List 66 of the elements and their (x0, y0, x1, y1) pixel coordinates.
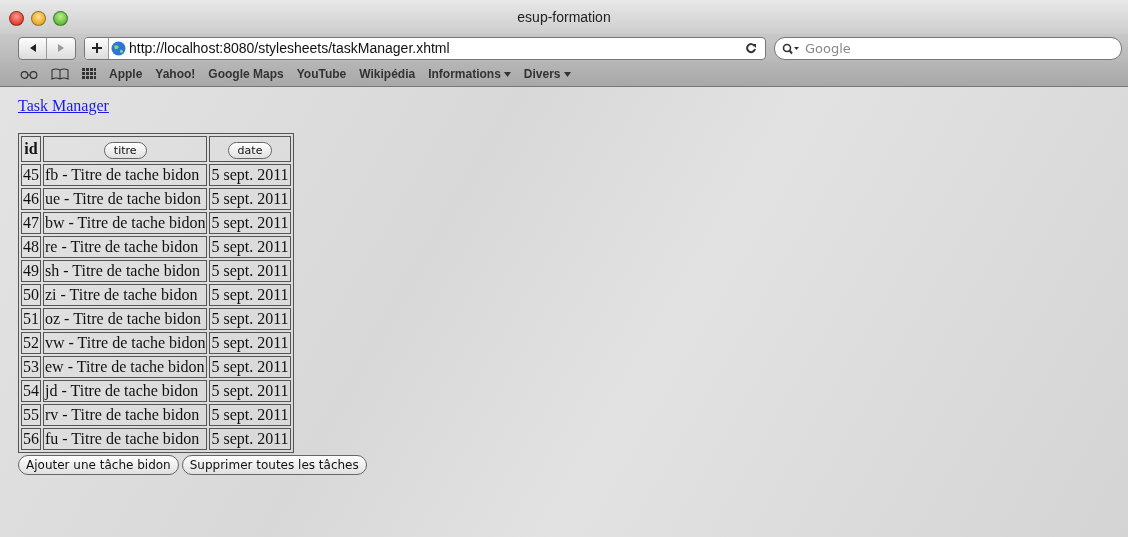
search-field[interactable]: Google (774, 36, 1122, 60)
table-cell: 5 sept. 2011 (209, 380, 291, 402)
table-cell: 5 sept. 2011 (209, 404, 291, 426)
grid-icon[interactable] (82, 68, 96, 80)
table-cell: 47 (21, 212, 41, 234)
table-cell: fb - Titre de tache bidon (43, 164, 208, 186)
close-button[interactable] (9, 10, 24, 26)
bookmark-link[interactable]: Yahoo! (155, 67, 196, 81)
table-cell: 55 (21, 404, 41, 426)
table-cell: bw - Titre de tache bidon (43, 212, 208, 234)
table-cell: 50 (21, 284, 41, 306)
table-cell: re - Titre de tache bidon (43, 236, 208, 258)
table-cell: 52 (21, 332, 41, 354)
table-cell: zi - Titre de tache bidon (43, 284, 208, 306)
table-cell: 48 (21, 236, 41, 258)
right-triangle-icon (56, 43, 66, 53)
table-cell: 5 sept. 2011 (209, 188, 291, 210)
table-cell: fu - Titre de tache bidon (43, 428, 208, 450)
table-cell: 5 sept. 2011 (209, 260, 291, 282)
table-cell: 46 (21, 188, 41, 210)
task-manager-link[interactable]: Task Manager (18, 97, 109, 115)
table-cell: ue - Titre de tache bidon (43, 188, 208, 210)
glasses-icon[interactable] (20, 68, 38, 80)
minimize-button[interactable] (31, 10, 46, 26)
action-button[interactable]: Supprimer toutes les tâches (181, 455, 367, 475)
table-cell: 5 sept. 2011 (209, 212, 291, 234)
book-icon[interactable] (51, 68, 69, 80)
bookmark-link[interactable]: Apple (109, 67, 143, 81)
sort-button[interactable]: date (227, 141, 273, 159)
caret-icon (503, 71, 511, 77)
table-cell: 56 (21, 428, 41, 450)
address-bar[interactable]: http://localhost:8080/stylesheets/taskManager.xhtml (84, 36, 766, 60)
globe-icon (111, 40, 126, 56)
action-button[interactable]: Ajouter une tâche bidon (18, 455, 179, 475)
add-bookmark-button[interactable] (85, 37, 109, 59)
zoom-button[interactable] (53, 10, 68, 26)
table-cell: 5 sept. 2011 (209, 356, 291, 378)
plus-icon (90, 42, 103, 54)
table-cell: 5 sept. 2011 (209, 236, 291, 258)
table-cell: 51 (21, 308, 41, 330)
table-cell: 5 sept. 2011 (209, 284, 291, 306)
bookmark-menu[interactable]: Divers (523, 67, 571, 81)
table-cell: rv - Titre de tache bidon (43, 404, 208, 426)
table-cell: 5 sept. 2011 (209, 308, 291, 330)
table-cell: 53 (21, 356, 41, 378)
caret-icon (563, 71, 571, 77)
sort-button[interactable]: titre (103, 141, 147, 159)
table-cell: ew - Titre de tache bidon (43, 356, 208, 378)
table-cell: 49 (21, 260, 41, 282)
table-cell: 5 sept. 2011 (209, 332, 291, 354)
table-cell: jd - Titre de tache bidon (43, 380, 208, 402)
table-cell: oz - Titre de tache bidon (43, 308, 208, 330)
table-cell: vw - Titre de tache bidon (43, 332, 208, 354)
column-header: id (24, 140, 38, 157)
reload-icon[interactable] (745, 42, 757, 54)
table-cell: sh - Titre de tache bidon (43, 260, 208, 282)
window-title: esup-formation (517, 9, 611, 25)
table-cell: 54 (21, 380, 41, 402)
bookmark-link[interactable]: YouTube (296, 67, 347, 81)
table-cell: 5 sept. 2011 (209, 428, 291, 450)
bookmark-link[interactable]: Google Maps (208, 67, 284, 81)
url-text: http://localhost:8080/stylesheets/taskManager.xhtml (129, 40, 451, 56)
bookmark-link[interactable]: Wikipédia (359, 67, 416, 81)
table-cell: 5 sept. 2011 (209, 164, 291, 186)
bookmark-menu[interactable]: Informations (428, 67, 511, 81)
table-cell: 45 (21, 164, 41, 186)
